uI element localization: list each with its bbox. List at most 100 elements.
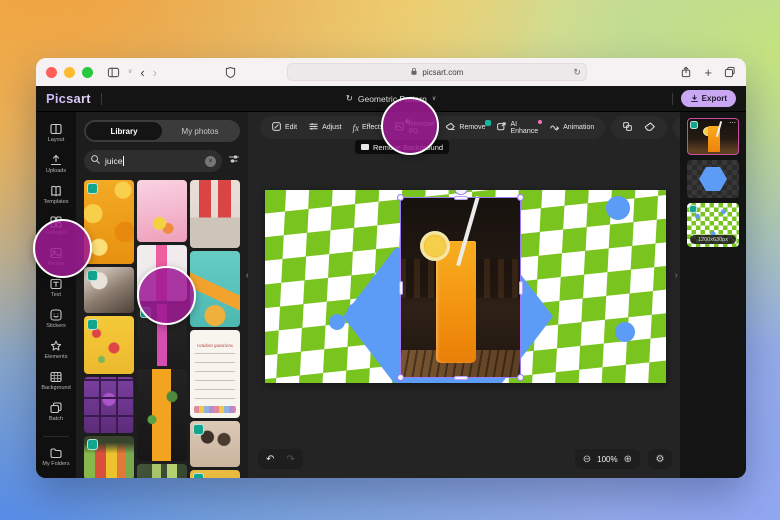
photo-thumbnail[interactable] [190, 470, 240, 478]
circle-shape-layer[interactable] [329, 314, 345, 330]
browser-toolbar: ∨ ‹ › picsart.com ↻ + [36, 58, 746, 86]
photo-thumbnail[interactable] [190, 251, 240, 327]
edit-icon [271, 121, 282, 134]
resize-handle[interactable] [397, 374, 404, 381]
sidebar-item-background[interactable]: Background [38, 365, 74, 396]
effects-button[interactable]: fx Effects [348, 116, 389, 139]
back-button[interactable]: ‹ [140, 66, 144, 79]
photo-thumbnail[interactable] [84, 267, 134, 313]
remove-bg-icon [394, 121, 405, 134]
search-input[interactable]: juice × [84, 150, 222, 172]
resize-handle[interactable] [399, 281, 403, 295]
position-button[interactable] [617, 116, 638, 139]
zoom-level[interactable]: 100% [597, 455, 617, 464]
layer-menu-icon[interactable]: ⋯ [729, 119, 736, 127]
sidebar-item-uploads[interactable]: Uploads [38, 148, 74, 179]
photo-thumbnail[interactable] [137, 180, 187, 242]
eraser-tool-button[interactable] [639, 116, 661, 139]
history-icon: ↻ [346, 93, 353, 104]
tool-sidebar: Layout Uploads Templates Collages [36, 112, 76, 478]
badge [538, 120, 542, 124]
sidebar-item-batch[interactable]: Batch [38, 396, 74, 427]
divider [101, 93, 102, 105]
minimize-window-button[interactable] [64, 67, 75, 78]
sidebar-item-my-folders[interactable]: My Folders [38, 441, 74, 472]
ai-enhance-button[interactable]: AI Enhance [491, 116, 543, 139]
selection-frame[interactable]: ↻ [400, 197, 521, 378]
animation-button[interactable]: Animation [544, 116, 599, 139]
edit-button[interactable]: Edit [266, 116, 302, 139]
shield-icon[interactable] [225, 66, 236, 79]
address-bar[interactable]: picsart.com ↻ [287, 63, 587, 81]
photo-thumbnail[interactable] [137, 464, 187, 478]
photo-thumbnail[interactable]: random questions [190, 330, 240, 418]
layer-thumbnail-background[interactable]: 1200x630px [687, 203, 739, 247]
clear-search-icon[interactable]: × [205, 156, 216, 167]
gear-icon: ⚙ [656, 454, 665, 465]
resize-handle[interactable] [397, 194, 404, 201]
resize-handle[interactable] [519, 281, 523, 295]
maximize-window-button[interactable] [82, 67, 93, 78]
layer-thumbnail-photo-selected[interactable]: ⋯ [687, 118, 739, 155]
undo-button[interactable]: ↶ [266, 454, 274, 465]
card-title: random questions [195, 344, 235, 349]
resize-handle[interactable] [454, 376, 468, 380]
circle-shape-layer[interactable] [606, 196, 630, 220]
zoom-out-button[interactable]: ⊖ [583, 454, 591, 465]
photo-thumbnail[interactable] [84, 316, 134, 374]
photo-thumbnail[interactable] [190, 180, 240, 248]
photo-thumbnail[interactable] [137, 245, 187, 301]
eraser-icon [644, 121, 656, 135]
zoom-in-button[interactable]: ⊕ [624, 454, 632, 465]
close-window-button[interactable] [46, 67, 57, 78]
sidebar-item-templates[interactable]: Templates [38, 179, 74, 210]
expand-panel-icon[interactable]: › [675, 270, 678, 281]
tab-library[interactable]: Library [86, 122, 162, 140]
filter-icon[interactable] [228, 152, 240, 170]
remove-bg-button[interactable]: Remove BG [389, 116, 439, 139]
export-button[interactable]: Export [681, 90, 736, 107]
zoom-controls: ⊖ 100% ⊕ [575, 449, 640, 469]
photo-thumbnail[interactable] [84, 377, 134, 433]
chevron-down-icon: ∨ [432, 95, 436, 102]
resize-handle[interactable] [517, 194, 524, 201]
sidebar-toggle-icon[interactable] [107, 66, 120, 79]
photo-thumbnail[interactable] [84, 180, 134, 264]
divider [672, 93, 673, 105]
sidebar-item-layout[interactable]: Layout [38, 117, 74, 148]
canvas-settings-button[interactable]: ⚙ [648, 449, 672, 469]
chevron-down-icon[interactable]: ∨ [128, 69, 132, 75]
forward-button[interactable]: › [153, 66, 157, 79]
adjust-button[interactable]: Adjust [303, 116, 346, 139]
sidebar-item-elements[interactable]: Elements [38, 334, 74, 365]
tab-overview-icon[interactable] [724, 66, 736, 78]
new-tab-button[interactable]: + [704, 66, 712, 79]
eraser-icon [445, 121, 456, 134]
layers-panel: ⋯ 1200x630px [680, 112, 746, 478]
resize-handle[interactable] [517, 374, 524, 381]
layer-thumbnail-hexagon[interactable] [687, 160, 739, 198]
upload-icon [49, 153, 63, 167]
picsart-logo[interactable]: Picsart [46, 91, 91, 106]
sidebar-item-text[interactable]: Text [38, 272, 74, 303]
tab-my-photos[interactable]: My photos [162, 122, 238, 140]
share-icon[interactable] [680, 65, 692, 79]
resize-handle[interactable] [454, 196, 468, 200]
redo-button[interactable]: ↷ [286, 454, 294, 465]
circle-shape-layer[interactable] [347, 302, 369, 324]
photo-thumbnail[interactable] [84, 436, 134, 478]
picsart-app: Picsart ↻ Geometric Pattern ∨ Export [36, 86, 746, 478]
photo-thumbnail[interactable] [190, 421, 240, 467]
refresh-icon[interactable]: ↻ [573, 67, 581, 78]
photo-thumbnail-highlighted[interactable] [137, 304, 187, 366]
sidebar-item-photos[interactable]: Photos [38, 241, 74, 272]
circle-shape-layer[interactable] [615, 322, 635, 342]
design-artboard[interactable]: ↻ [265, 190, 666, 383]
sidebar-item-collages[interactable]: Collages [38, 210, 74, 241]
sidebar-item-stickers[interactable]: Stickers [38, 303, 74, 334]
search-icon [90, 152, 101, 170]
artboard-size-label: 1200x630px [690, 235, 736, 244]
remove-button[interactable]: Remove [440, 116, 490, 139]
photo-thumbnail[interactable] [137, 369, 187, 461]
project-title-dropdown[interactable]: ↻ Geometric Pattern ∨ [346, 93, 437, 104]
